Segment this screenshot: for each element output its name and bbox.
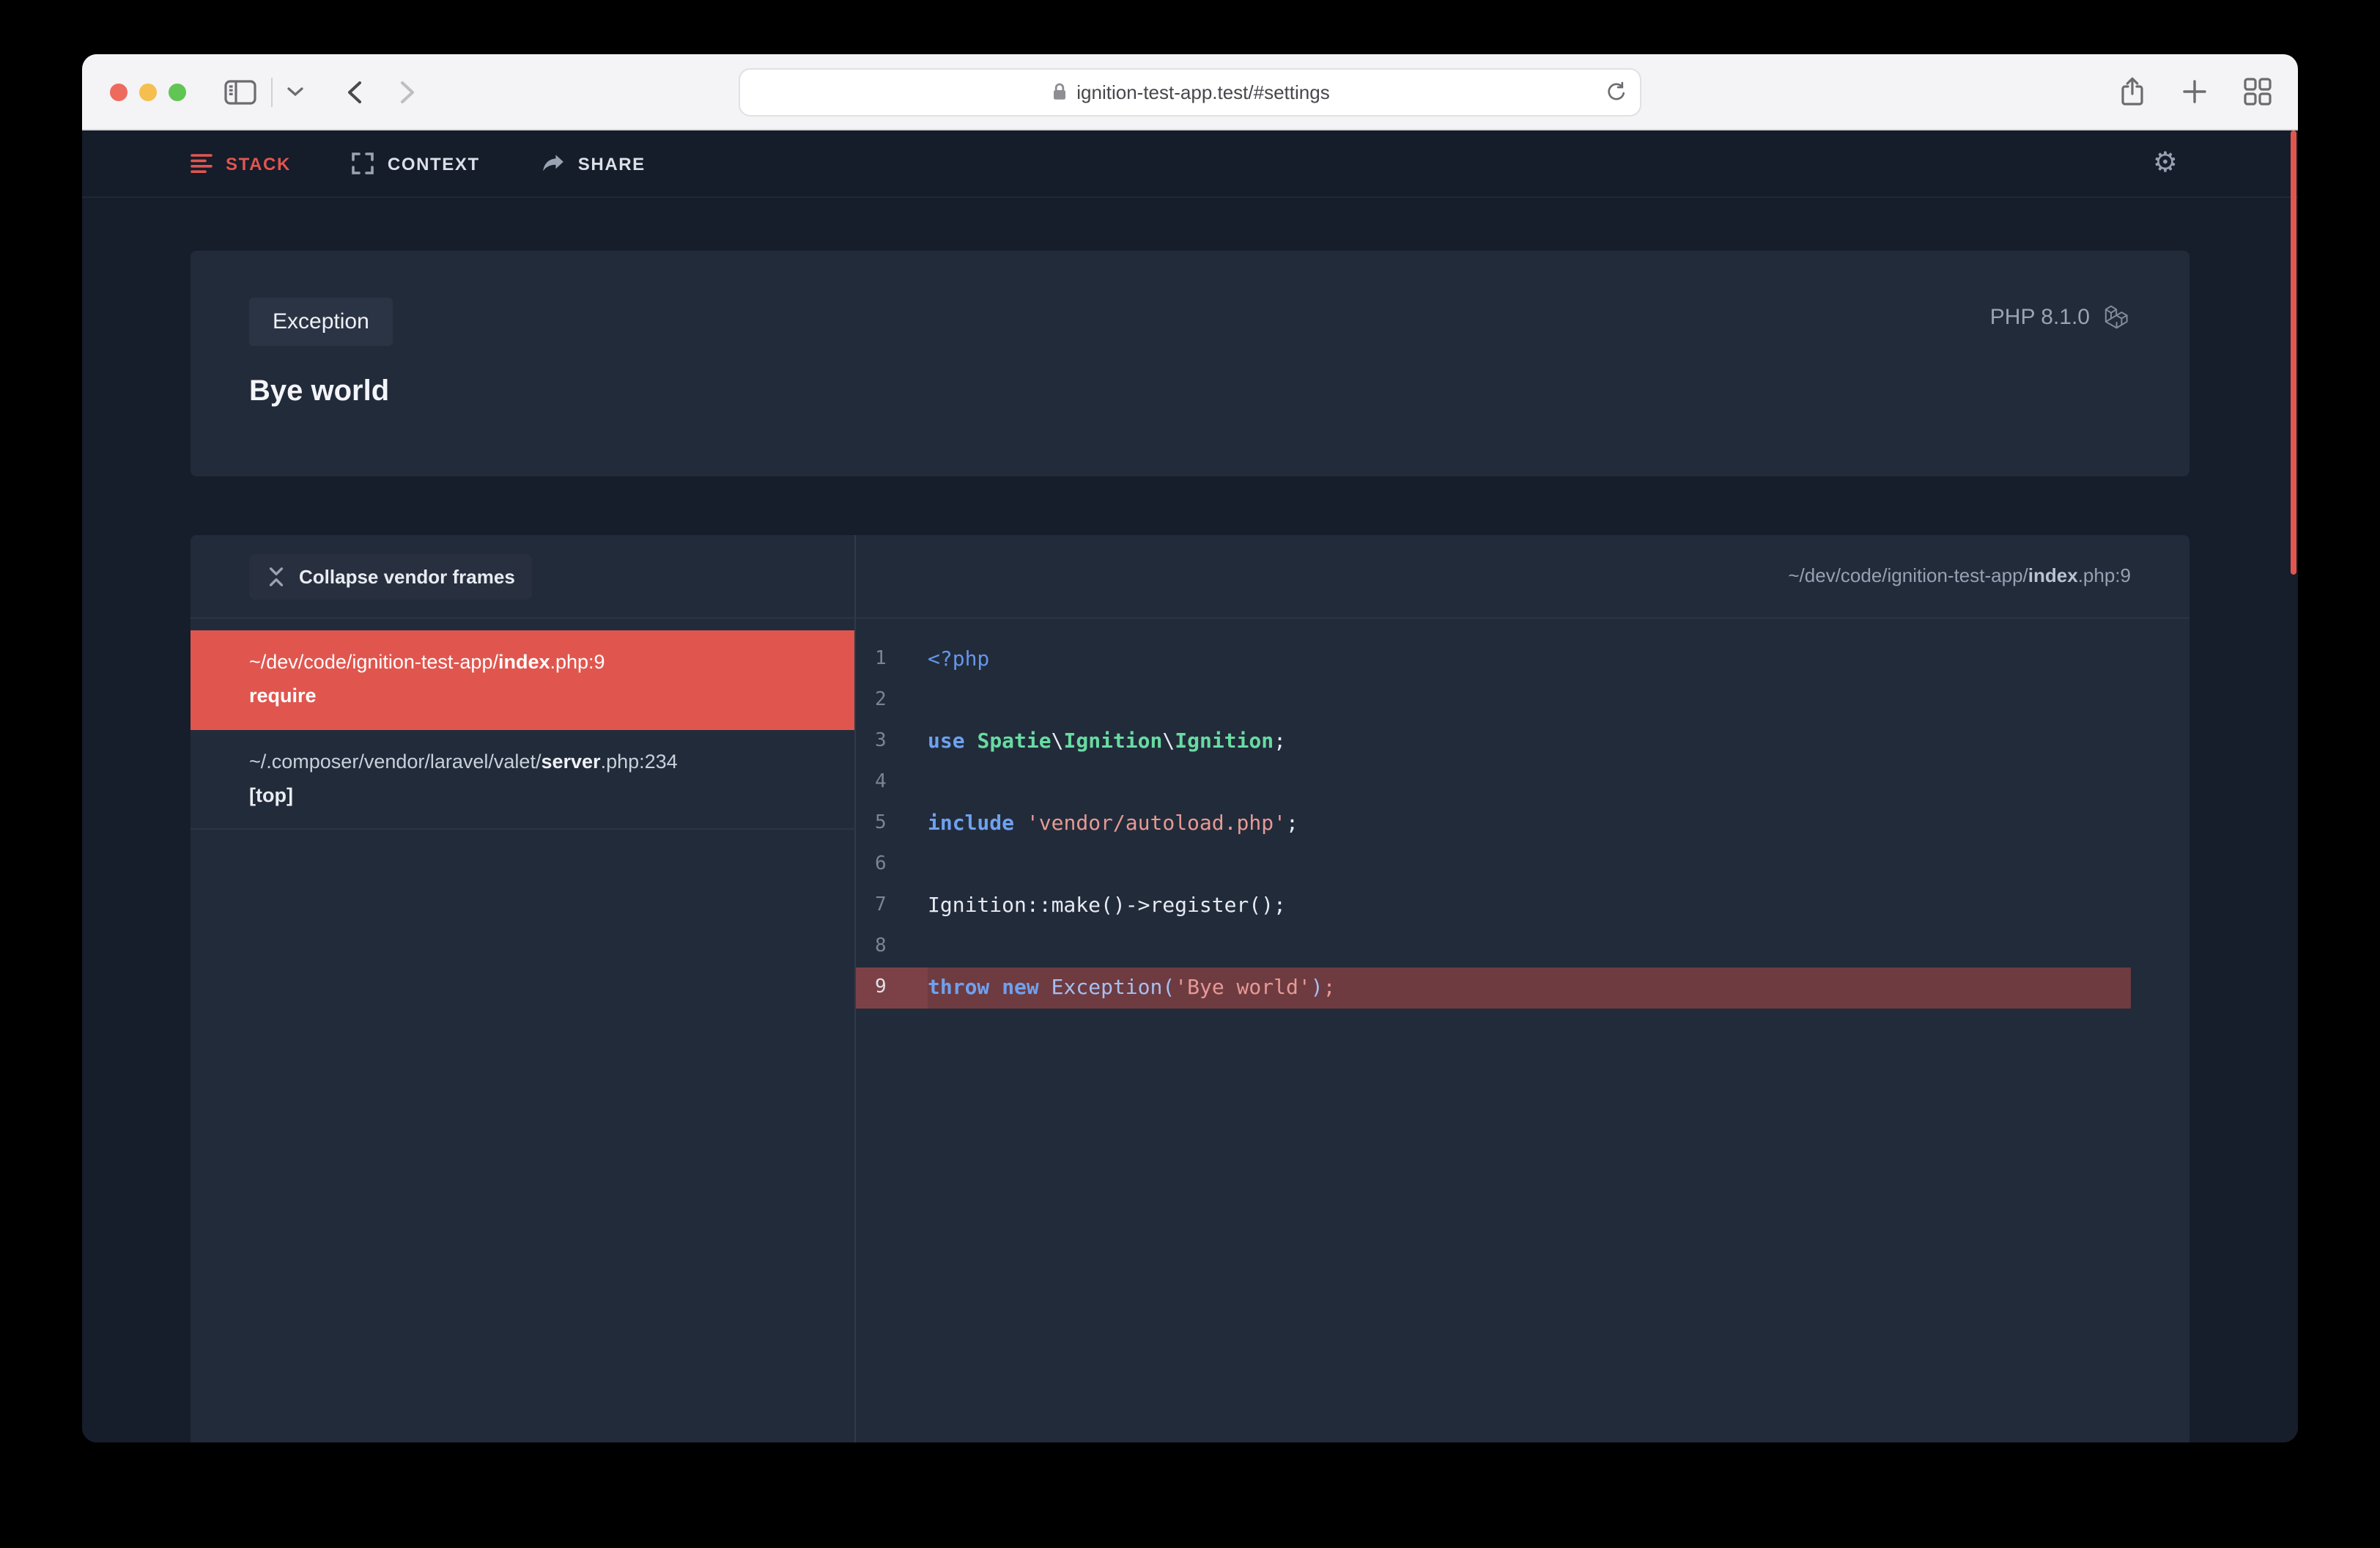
line-number: 6 [856,844,928,885]
back-button-icon[interactable] [347,80,362,103]
line-number: 3 [856,721,928,762]
code-header-prefix: ~/dev/code/ignition-test-app/ [1788,564,2028,586]
frames-panel: Collapse vendor frames ~/dev/code/igniti… [191,535,856,1442]
divider [271,77,273,106]
share-arrow-icon [542,153,565,174]
exception-class-badge: Exception [249,298,393,346]
minimize-button[interactable] [139,83,157,100]
code-header-suffix: .php:9 [2078,564,2131,586]
zoom-button[interactable] [169,83,186,100]
ignition-navbar: STACK CONTEXT [82,130,2298,198]
sidebar-toggle-icon[interactable] [224,78,256,105]
code-panel: ~/dev/code/ignition-test-app/index.php:9… [856,535,2189,1442]
share-icon[interactable] [2119,76,2146,107]
tab-stack-label: STACK [226,153,291,174]
frames-header: Collapse vendor frames [191,535,854,619]
collapse-button-label: Collapse vendor frames [299,565,515,587]
frame-path: ~/dev/code/ignition-test-app/index.php:9 [249,648,825,679]
code-line-highlighted: 9throw new Exception('Bye world'); [856,968,2131,1009]
error-card: Exception Bye world PHP 8.1.0 [191,251,2189,476]
line-content: include 'vendor/autoload.php'; [928,803,1298,844]
code-line: 8 [856,926,2131,968]
stack-trace-card: Collapse vendor frames ~/dev/code/igniti… [191,535,2189,1442]
tab-context[interactable]: CONTEXT [352,152,480,174]
code-line: 6 [856,844,2131,885]
line-content: use Spatie\Ignition\Ignition; [928,721,1286,762]
browser-chrome: ignition-test-app.test/#settings [82,54,2298,130]
exception-message: Bye world [249,375,2131,409]
line-number: 9 [856,968,928,1009]
frame-path: ~/.composer/vendor/laravel/valet/server.… [249,748,825,778]
tab-context-label: CONTEXT [388,153,480,174]
php-version: PHP 8.1.0 [1990,305,2090,330]
code-editor: 1<?php23use Spatie\Ignition\Ignition;45i… [856,619,2189,1009]
page: STACK CONTEXT [82,130,2298,1442]
code-line: 2 [856,680,2131,721]
laravel-icon [2104,303,2131,331]
tab-share-label: SHARE [578,153,646,174]
code-header-file: index [2028,564,2078,586]
stack-icon [191,152,212,174]
frame-method: require [249,682,825,712]
reload-icon[interactable] [1606,81,1627,103]
tab-share[interactable]: SHARE [542,153,646,174]
code-line: 7Ignition::make()->register(); [856,885,2131,926]
code-line: 4 [856,762,2131,803]
frame-method: [top] [249,781,825,812]
forward-button-icon[interactable] [400,80,415,103]
tab-stack[interactable]: STACK [191,152,291,174]
new-tab-icon[interactable] [2182,79,2207,104]
code-line: 3use Spatie\Ignition\Ignition; [856,721,2131,762]
code-line: 5include 'vendor/autoload.php'; [856,803,2131,844]
line-number: 7 [856,885,928,926]
browser-window: ignition-test-app.test/#settings [82,54,2298,1442]
stack-frame[interactable]: ~/dev/code/ignition-test-app/index.php:9… [191,630,854,730]
tab-overview-icon[interactable] [2244,78,2272,106]
line-number: 1 [856,639,928,680]
close-button[interactable] [110,83,128,100]
line-number: 5 [856,803,928,844]
line-content: <?php [928,639,989,680]
url-bar[interactable]: ignition-test-app.test/#settings [739,67,1641,116]
window-controls [110,83,186,100]
line-number: 8 [856,926,928,968]
line-number: 4 [856,762,928,803]
code-line: 1<?php [856,639,2131,680]
chevron-down-icon[interactable] [287,86,303,97]
collapse-icon [267,565,286,587]
line-number: 2 [856,680,928,721]
lock-icon [1050,81,1068,102]
settings-gear-icon[interactable]: ⚙ [2153,150,2178,177]
collapse-vendor-frames-button[interactable]: Collapse vendor frames [249,553,533,599]
url-text: ignition-test-app.test/#settings [1076,81,1329,103]
line-content: Ignition::make()->register(); [928,885,1286,926]
content: Exception Bye world PHP 8.1.0 [82,251,2298,1442]
scrollbar-thumb[interactable] [2291,130,2296,575]
stack-frame[interactable]: ~/.composer/vendor/laravel/valet/server.… [191,730,854,830]
frames-list: ~/dev/code/ignition-test-app/index.php:9… [191,619,854,829]
line-content: throw new Exception('Bye world'); [928,968,1335,1009]
context-icon [352,152,374,174]
screenshot-stage: ignition-test-app.test/#settings [0,0,2380,1548]
code-header-path: ~/dev/code/ignition-test-app/index.php:9 [856,535,2189,619]
